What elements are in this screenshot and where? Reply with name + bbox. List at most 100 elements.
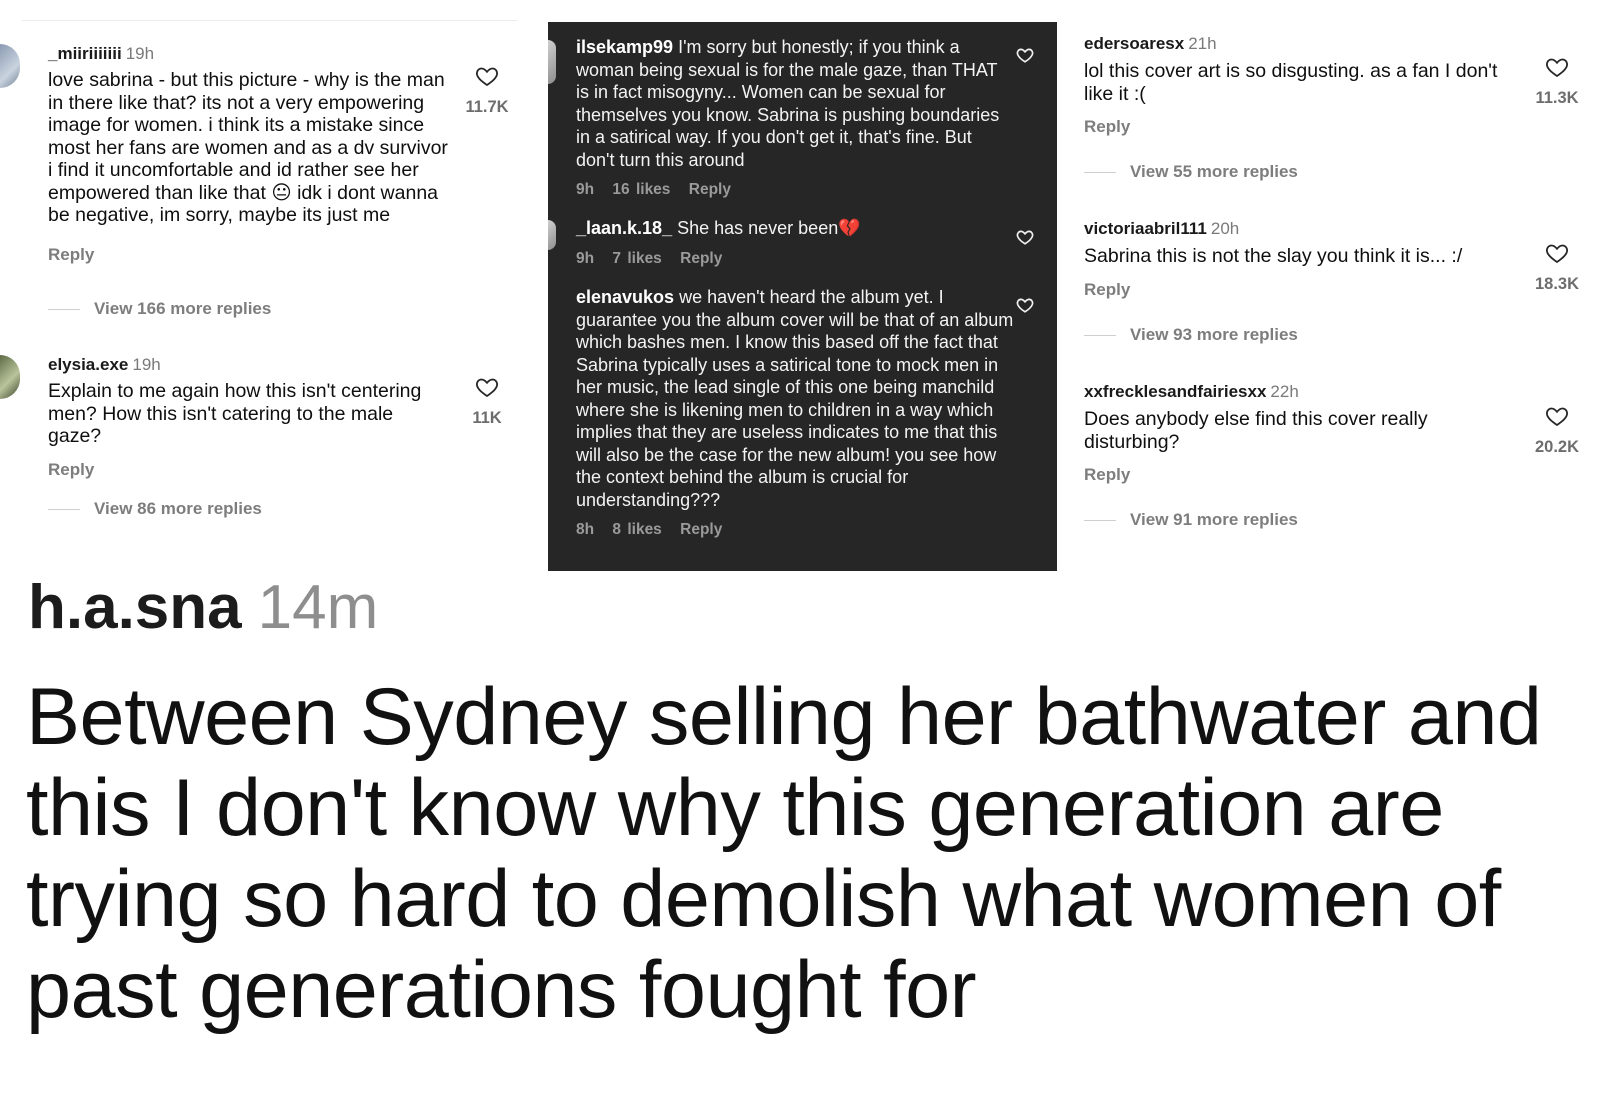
comment-text: love sabrina - but this picture - why is…: [48, 69, 448, 227]
heart-icon[interactable]: [1545, 404, 1569, 428]
neutral-face-emoji-icon: 😐: [271, 181, 292, 204]
view-replies-label: View 93 more replies: [1130, 325, 1298, 344]
view-replies-button[interactable]: View 93 more replies: [1084, 325, 1298, 345]
reply-button[interactable]: Reply: [48, 245, 448, 265]
comment: elenavukos we haven't heard the album ye…: [576, 286, 1016, 539]
comment-text: elenavukos we haven't heard the album ye…: [576, 286, 1016, 511]
like-count: 11.7K: [465, 98, 509, 116]
tweet-header: h.a.sna 14m: [28, 572, 378, 644]
reply-button[interactable]: Reply: [1084, 280, 1524, 300]
comment-meta: 8h 8 likes Reply: [576, 521, 1016, 539]
tweet-time: 14m: [257, 573, 379, 642]
comment: edersoaresx 21h lol this cover art is so …: [1084, 34, 1514, 137]
left-comments-panel: _miiriiiiiii 19h love sabrina - but this …: [0, 0, 525, 555]
heart-icon[interactable]: [1016, 296, 1034, 314]
comment: _miiriiiiiii 19h love sabrina - but this …: [48, 44, 448, 265]
like-count: 11K: [472, 409, 502, 427]
comment: elysia.exe 19h Explain to me again how th…: [48, 355, 448, 480]
like-column: 18.3K: [1527, 241, 1587, 294]
comment: victoriaabril111 20h Sabrina this is not …: [1084, 219, 1524, 300]
heart-icon[interactable]: [475, 64, 499, 88]
reply-button[interactable]: Reply: [680, 250, 722, 267]
comment-text: Does anybody else find this cover really…: [1084, 408, 1428, 453]
view-replies-button[interactable]: View 91 more replies: [1084, 510, 1298, 530]
divider: [48, 309, 80, 311]
comment-time: 9h: [576, 249, 595, 267]
comment: xxfrecklesandfairiesxx 22h Does anybody e…: [1084, 382, 1504, 485]
comment-body: She has never been: [677, 218, 839, 238]
comment-body: we haven't heard the album yet. I guaran…: [576, 287, 1014, 510]
divider: [22, 20, 517, 21]
comment-username[interactable]: _miiriiiiiii: [48, 44, 122, 63]
view-replies-button[interactable]: View 55 more replies: [1084, 162, 1298, 182]
divider: [1084, 520, 1116, 522]
comment-time: 21h: [1188, 34, 1217, 53]
comment-time: 8h: [576, 521, 595, 538]
comment-time: 20h: [1210, 219, 1240, 238]
comment: _laan.k.18_ She has never been💔 9h 7 lik…: [576, 217, 1006, 268]
view-replies-button[interactable]: View 86 more replies: [48, 499, 262, 519]
comment-header: edersoaresx 21h: [1084, 34, 1514, 54]
comment-text: ilsekamp99 I'm sorry but honestly; if yo…: [576, 36, 1006, 171]
comment-username[interactable]: elenavukos: [576, 287, 674, 307]
comment-header: xxfrecklesandfairiesxx 22h: [1084, 382, 1504, 402]
like-count: 20.2K: [1534, 438, 1580, 456]
divider: [1084, 335, 1116, 337]
avatar[interactable]: [0, 355, 20, 399]
middle-comments-panel-dark: ilsekamp99 I'm sorry but honestly; if yo…: [548, 22, 1057, 571]
heart-icon[interactable]: [1016, 46, 1034, 64]
like-count: 11.3K: [1535, 89, 1579, 107]
divider: [1084, 172, 1116, 174]
comment-meta: 9h 16 likes Reply: [576, 181, 1006, 199]
comment-username[interactable]: ilsekamp99: [576, 37, 673, 57]
comment-username[interactable]: _laan.k.18_: [576, 218, 672, 238]
comment-time: 19h: [132, 355, 161, 374]
reply-button[interactable]: Reply: [680, 521, 722, 538]
comment-username[interactable]: edersoaresx: [1084, 34, 1184, 53]
comment-time: 19h: [125, 44, 155, 63]
avatar[interactable]: [548, 40, 556, 84]
comment-header: _miiriiiiiii 19h: [48, 44, 448, 64]
like-count[interactable]: 8 likes: [612, 521, 661, 538]
avatar[interactable]: [548, 220, 556, 250]
reply-button[interactable]: Reply: [1084, 117, 1514, 137]
view-replies-label: View 166 more replies: [94, 299, 272, 318]
like-column: 20.2K: [1527, 404, 1587, 457]
heart-icon[interactable]: [475, 375, 499, 399]
comment-text: Explain to me again how this isn't cente…: [48, 380, 422, 447]
like-column: 11.3K: [1527, 55, 1587, 108]
comment-header: elysia.exe 19h: [48, 355, 448, 375]
reply-button[interactable]: Reply: [1084, 465, 1504, 485]
reply-button[interactable]: Reply: [689, 181, 731, 198]
heart-icon[interactable]: [1545, 241, 1569, 265]
comment-meta: 9h 7 likes Reply: [576, 250, 1006, 268]
comment-text: Sabrina this is not the slay you think i…: [1084, 245, 1463, 267]
like-count: 18.3K: [1534, 275, 1580, 293]
view-replies-label: View 86 more replies: [94, 499, 262, 518]
like-count[interactable]: 16 likes: [612, 181, 670, 198]
broken-heart-emoji-icon: 💔: [838, 218, 861, 238]
like-count[interactable]: 7 likes: [612, 250, 661, 267]
right-comments-panel: edersoaresx 21h lol this cover art is so …: [1070, 0, 1600, 555]
view-replies-label: View 91 more replies: [1130, 510, 1298, 529]
comment-text: _laan.k.18_ She has never been💔: [576, 217, 1006, 240]
tweet-username[interactable]: h.a.sna: [28, 573, 242, 642]
comment-username[interactable]: victoriaabril111: [1084, 219, 1207, 238]
comment-time: 9h: [576, 181, 595, 198]
comment: ilsekamp99 I'm sorry but honestly; if yo…: [576, 36, 1006, 199]
tweet-text: Between Sydney selling her bathwater and…: [26, 672, 1542, 1035]
comment-text: lol this cover art is so disgusting. as …: [1084, 60, 1498, 105]
reply-button[interactable]: Reply: [48, 460, 448, 480]
comment-header: victoriaabril111 20h: [1084, 219, 1524, 239]
view-replies-label: View 55 more replies: [1130, 162, 1298, 181]
like-column: 11K: [462, 375, 512, 428]
comment-username[interactable]: xxfrecklesandfairiesxx: [1084, 382, 1266, 401]
divider: [48, 509, 80, 511]
like-column: 11.7K: [462, 64, 512, 117]
view-replies-button[interactable]: View 166 more replies: [48, 299, 271, 319]
heart-icon[interactable]: [1545, 55, 1569, 79]
heart-icon[interactable]: [1016, 228, 1034, 246]
avatar[interactable]: [0, 44, 20, 88]
comment-username[interactable]: elysia.exe: [48, 355, 128, 374]
comment-time: 22h: [1270, 382, 1299, 401]
